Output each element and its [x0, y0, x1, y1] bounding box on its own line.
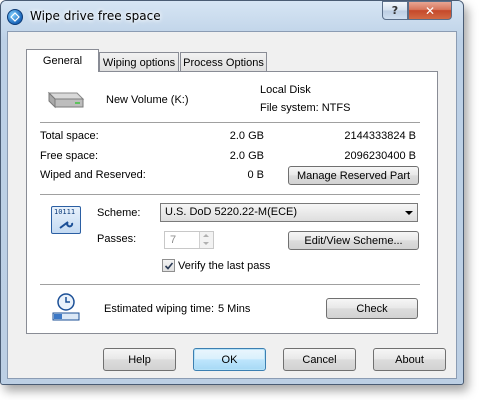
check-button[interactable]: Check — [326, 298, 418, 319]
wrench-icon — [59, 221, 74, 229]
clock-icon — [51, 292, 81, 322]
scheme-selected-value: U.S. DoD 5220.22-M(ECE) — [165, 206, 298, 218]
passes-stepper[interactable]: 7 — [164, 231, 214, 249]
free-space-label: Free space: — [40, 150, 99, 162]
free-space-size: 2.0 GB — [229, 150, 264, 162]
tab-process-options[interactable]: Process Options — [180, 52, 267, 71]
verify-checkbox[interactable] — [162, 259, 175, 272]
wiped-reserved-size: 0 B — [247, 169, 264, 181]
chevron-down-icon — [405, 211, 413, 215]
app-icon — [7, 9, 23, 25]
total-space-bytes: 2144333824 B — [344, 130, 416, 142]
scheme-dropdown[interactable]: U.S. DoD 5220.22-M(ECE) — [160, 203, 418, 222]
tab-general[interactable]: General — [26, 49, 99, 72]
file-system: File system: NTFS — [260, 102, 351, 114]
close-button[interactable]: ✕ — [408, 1, 452, 20]
estimate-value: 5 Mins — [218, 303, 251, 315]
scheme-icon-text: 10111 — [54, 208, 76, 216]
about-button[interactable]: About — [373, 348, 446, 371]
passes-label: Passes: — [97, 233, 137, 245]
title-help-button[interactable]: ? — [382, 1, 408, 20]
edit-view-scheme-button[interactable]: Edit/View Scheme... — [288, 231, 419, 250]
free-space-bytes: 2096230400 B — [344, 150, 416, 162]
divider — [40, 122, 420, 124]
drive-name: New Volume (K:) — [106, 94, 189, 106]
scheme-label: Scheme: — [97, 207, 141, 219]
estimate-label: Estimated wiping time: — [104, 303, 215, 315]
spin-down-icon[interactable] — [199, 240, 213, 248]
divider — [40, 284, 420, 286]
verify-label: Verify the last pass — [178, 260, 271, 272]
window-title: Wipe drive free space — [30, 9, 161, 23]
check-icon — [164, 262, 174, 270]
cancel-button[interactable]: Cancel — [283, 348, 356, 371]
ok-button[interactable]: OK — [193, 348, 266, 371]
manage-reserved-button[interactable]: Manage Reserved Part — [288, 166, 419, 185]
help-button[interactable]: Help — [103, 348, 176, 371]
passes-value: 7 — [170, 234, 177, 246]
tab-wiping-options[interactable]: Wiping options — [99, 52, 179, 71]
drive-icon — [45, 87, 87, 111]
divider — [40, 194, 420, 196]
drive-type: Local Disk — [260, 84, 311, 96]
total-space-size: 2.0 GB — [229, 130, 264, 142]
total-space-label: Total space: — [40, 130, 99, 142]
wiped-reserved-label: Wiped and Reserved: — [40, 169, 146, 181]
scheme-icon: 10111 — [51, 206, 81, 234]
